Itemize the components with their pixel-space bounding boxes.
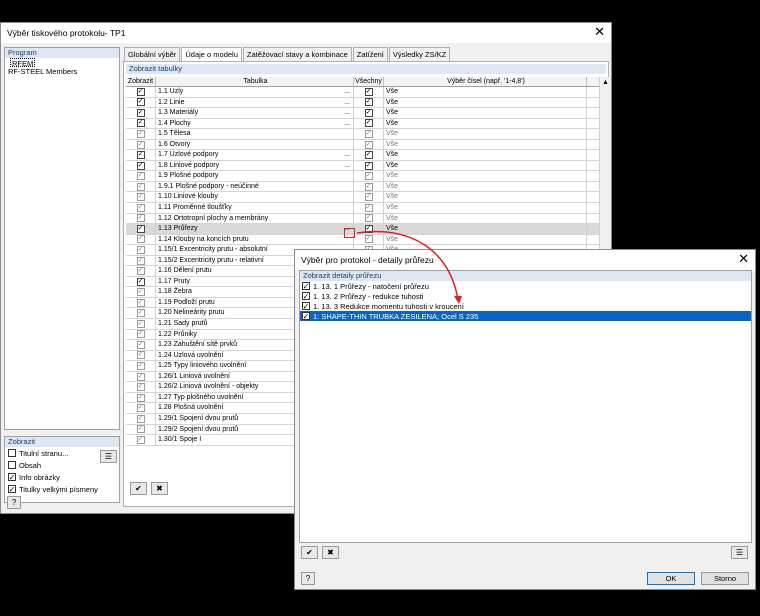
annotation-arrow: [356, 230, 462, 304]
